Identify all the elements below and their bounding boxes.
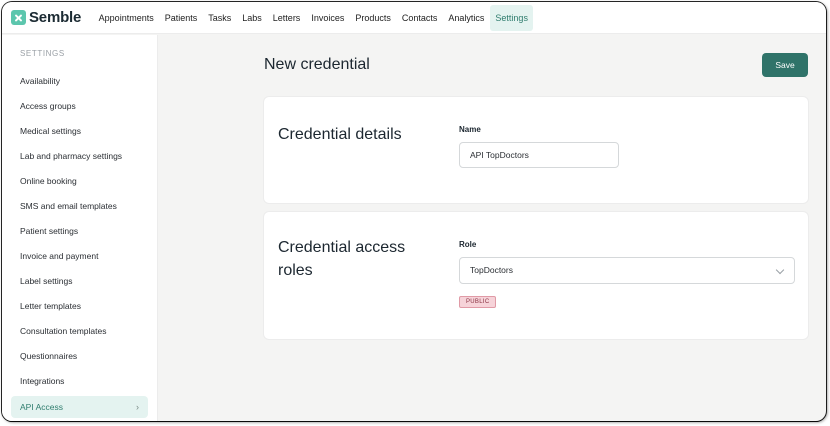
nav-item-appointments[interactable]: Appointments <box>93 5 159 31</box>
name-input[interactable]: API TopDoctors <box>459 142 619 168</box>
card-title: Credential access roles <box>278 239 406 279</box>
sidebar-list: Availability Access groups Medical setti… <box>2 69 158 418</box>
nav-item-settings[interactable]: Settings <box>489 4 534 31</box>
sidebar-item-label: Medical settings <box>20 126 81 136</box>
sidebar-item-label: Availability <box>20 76 61 86</box>
top-navigation: Semble Appointments Patients Tasks Labs … <box>2 2 826 34</box>
logo-text: Semble <box>29 9 82 26</box>
sidebar-item-availability[interactable]: Availability <box>2 69 158 94</box>
sidebar-item-label-settings[interactable]: Label settings <box>2 269 158 294</box>
sidebar-item-label: Consultation templates <box>20 326 107 336</box>
sidebar-item-label: SMS and email templates <box>20 201 117 211</box>
role-field-label: Role <box>459 240 477 249</box>
name-field-label: Name <box>459 125 481 134</box>
logo[interactable]: Semble <box>11 9 81 26</box>
sidebar-item-patient-settings[interactable]: Patient settings <box>2 219 158 244</box>
app-window: Semble Appointments Patients Tasks Labs … <box>2 2 826 421</box>
sidebar-item-label: Lab and pharmacy settings <box>20 151 123 161</box>
sidebar-item-invoice-payment[interactable]: Invoice and payment <box>2 244 158 269</box>
sidebar-heading: SETTINGS <box>20 49 65 58</box>
credential-access-roles-card: Credential access roles Role TopDoctors … <box>264 212 808 339</box>
sidebar-item-consultation-templates[interactable]: Consultation templates <box>2 319 158 344</box>
sidebar-item-access-groups[interactable]: Access groups <box>2 94 158 119</box>
nav-item-products[interactable]: Products <box>350 5 397 31</box>
nav-item-letters[interactable]: Letters <box>267 5 306 31</box>
page-title: New credential <box>264 56 370 73</box>
nav-item-invoices[interactable]: Invoices <box>306 5 350 31</box>
sidebar-item-label: Integrations <box>20 376 65 386</box>
sidebar-item-questionnaires[interactable]: Questionnaires <box>2 344 158 369</box>
save-button[interactable]: Save <box>762 53 808 77</box>
sidebar-item-lab-pharmacy-settings[interactable]: Lab and pharmacy settings <box>2 144 158 169</box>
nav-items: Appointments Patients Tasks Labs Letters… <box>93 2 534 34</box>
sidebar-item-label: Questionnaires <box>20 351 78 361</box>
semble-logo-icon <box>11 10 26 25</box>
sidebar-item-label: Online booking <box>20 176 77 186</box>
sidebar-item-label: API Access <box>20 402 63 412</box>
sidebar-item-integrations[interactable]: Integrations <box>2 369 158 394</box>
nav-item-patients[interactable]: Patients <box>159 5 203 31</box>
sidebar-item-label: Access groups <box>20 101 76 111</box>
chevron-right-icon: › <box>136 402 139 412</box>
sidebar-item-label: Label settings <box>20 276 73 286</box>
nav-item-tasks[interactable]: Tasks <box>203 5 237 31</box>
sidebar-item-sms-email-templates[interactable]: SMS and email templates <box>2 194 158 219</box>
sidebar-item-label: Invoice and payment <box>20 251 99 261</box>
sidebar-item-api-access[interactable]: API Access › <box>11 396 148 418</box>
credential-details-card: Credential details Name API TopDoctors <box>264 97 808 203</box>
sidebar-item-label: Letter templates <box>20 301 81 311</box>
sidebar-item-online-booking[interactable]: Online booking <box>2 169 158 194</box>
public-badge: PUBLIC <box>459 296 497 308</box>
nav-item-analytics[interactable]: Analytics <box>443 5 490 31</box>
nav-item-contacts[interactable]: Contacts <box>396 5 443 31</box>
role-select[interactable]: TopDoctors <box>459 257 795 284</box>
role-select-value: TopDoctors <box>470 265 513 275</box>
sidebar-item-letter-templates[interactable]: Letter templates <box>2 294 158 319</box>
settings-sidebar: SETTINGS Availability Access groups Medi… <box>2 35 158 421</box>
sidebar-item-label: Patient settings <box>20 226 79 236</box>
sidebar-item-medical-settings[interactable]: Medical settings <box>2 119 158 144</box>
nav-item-labs[interactable]: Labs <box>237 5 268 31</box>
card-title: Credential details <box>278 126 402 143</box>
chevron-down-icon <box>775 265 785 275</box>
